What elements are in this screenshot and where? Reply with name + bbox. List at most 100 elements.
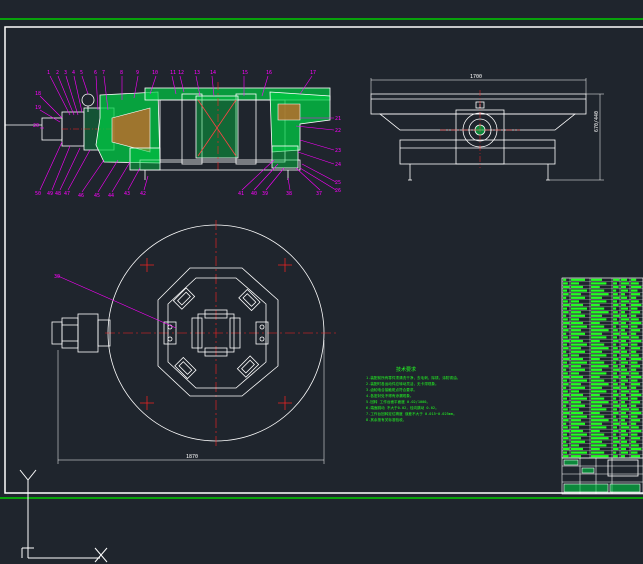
parts-list-cell (591, 361, 605, 364)
parts-list-cell (591, 311, 609, 314)
parts-list-cell (591, 455, 609, 458)
parts-list-cell (631, 368, 637, 371)
parts-list-cell (571, 451, 587, 454)
callout-upper-18: 18 (35, 91, 41, 97)
dim-plan-width: 1870 (186, 454, 198, 460)
parts-list-cell (631, 318, 639, 321)
parts-list-cell (621, 339, 626, 343)
parts-list-cell (563, 411, 570, 415)
parts-list-cell (621, 336, 629, 339)
parts-list-table[interactable] (561, 277, 643, 459)
callout-upper-4: 4 (72, 70, 75, 76)
parts-list-cell (571, 293, 581, 296)
parts-list-cell (621, 354, 629, 357)
parts-list-cell (571, 343, 587, 346)
parts-list-cell (563, 332, 567, 335)
callout-lower-9: 42 (140, 191, 146, 197)
ucs-icon (19, 469, 108, 563)
parts-list-cell (571, 375, 583, 379)
parts-list-cell (563, 451, 567, 454)
parts-list-cell (563, 318, 568, 321)
parts-list-cell (621, 422, 627, 425)
parts-list-cell (621, 437, 625, 440)
parts-list-cell (631, 408, 639, 411)
parts-list-cell (631, 307, 638, 310)
parts-list-cell (631, 300, 639, 303)
parts-list-cell (571, 429, 583, 433)
parts-list-cell (631, 393, 642, 397)
parts-list-cell (631, 415, 638, 418)
cad-drawing-canvas[interactable]: 1 2 3 4 5 6 7 8 9 10 11 12 13 14 15 16 1… (0, 0, 643, 564)
parts-list-cell (631, 397, 638, 400)
parts-list-cell (563, 278, 567, 281)
parts-list-cell (631, 433, 638, 436)
parts-list-cell (571, 311, 581, 314)
callout-upper-10: 10 (152, 70, 158, 76)
parts-list-cell (571, 361, 587, 364)
parts-list-cell (631, 451, 638, 454)
parts-list-cell (563, 368, 567, 371)
parts-list-cell (571, 415, 587, 418)
parts-list-cell (621, 282, 629, 285)
parts-list-cell (591, 419, 609, 422)
parts-list-cell (591, 343, 605, 346)
parts-list-cell (621, 278, 627, 281)
parts-list-cell (571, 433, 587, 436)
parts-list-cell (621, 375, 626, 379)
parts-list-cell (621, 393, 626, 397)
callout-upper-2: 2 (56, 70, 59, 76)
parts-list-cell (613, 282, 617, 285)
parts-list-cell (563, 429, 570, 433)
parts-list-cell (591, 278, 602, 281)
parts-list-cell (563, 300, 568, 303)
parts-list-cell (621, 303, 626, 307)
callout-upper-13: 13 (194, 70, 200, 76)
parts-list-cell (591, 372, 607, 375)
parts-list-cell (631, 401, 641, 404)
parts-list-cell (563, 339, 570, 343)
parts-list-cell (591, 379, 605, 382)
title-block[interactable] (561, 457, 643, 495)
parts-list-cell (571, 329, 581, 332)
parts-list-cell (621, 285, 626, 289)
callout-lower-1: 50 (35, 191, 41, 197)
parts-list-cell (613, 357, 619, 361)
parts-list-cell (571, 437, 581, 440)
parts-list-cell (591, 444, 607, 447)
parts-list-cell (591, 422, 602, 425)
parts-list-cell (563, 296, 567, 299)
parts-list-cell (621, 347, 625, 350)
callout-upper-16: 16 (266, 70, 272, 76)
parts-list-cell (563, 329, 569, 332)
parts-list-cell (591, 368, 602, 371)
parts-list-cell (613, 285, 619, 289)
callout-right-2: 22 (335, 128, 341, 134)
callout-right-1: 21 (335, 116, 341, 122)
parts-list-cell (571, 296, 585, 299)
parts-list-cell (621, 307, 628, 310)
parts-list-cell (563, 447, 570, 451)
front-view[interactable] (370, 78, 604, 181)
callout-upper-5: 5 (80, 70, 83, 76)
plan-view[interactable] (51, 220, 338, 464)
parts-list-cell (621, 300, 629, 303)
parts-list-cell (613, 429, 619, 433)
parts-list-cell (613, 386, 620, 389)
parts-list-cell (613, 393, 619, 397)
callout-upper-3: 3 (64, 70, 67, 76)
parts-list-cell (563, 289, 567, 292)
parts-list-cell (631, 343, 638, 346)
parts-list-cell (591, 411, 600, 415)
parts-list-cell (631, 282, 639, 285)
parts-list-cell (563, 397, 567, 400)
parts-list-cell (563, 350, 567, 353)
parts-list-cell (591, 339, 600, 343)
parts-list-cell (591, 300, 607, 303)
section-view[interactable]: 1 2 3 4 5 6 7 8 9 10 11 12 13 14 15 16 1… (5, 70, 341, 199)
parts-list-cell (621, 289, 628, 292)
callout-upper-15: 15 (242, 70, 248, 76)
parts-list-cell (613, 444, 617, 447)
parts-list-cell (613, 350, 620, 353)
parts-list-cell (631, 357, 642, 361)
parts-list-cell (563, 336, 568, 339)
